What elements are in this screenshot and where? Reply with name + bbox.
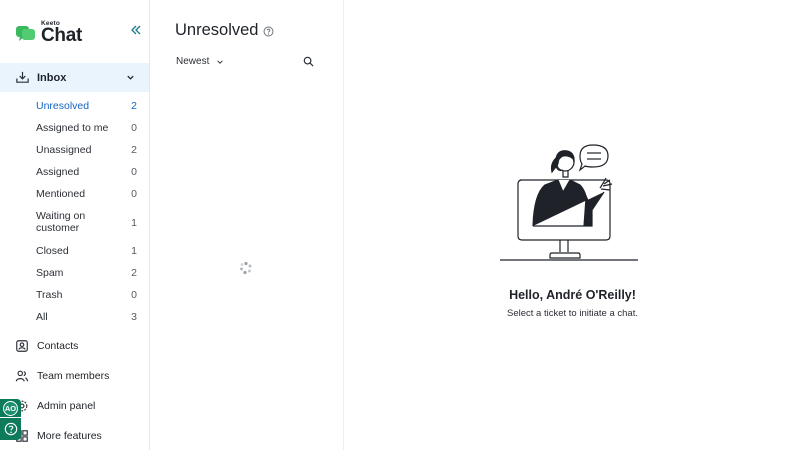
sidebar-item-admin-panel[interactable]: Admin panel <box>15 397 145 415</box>
sidebar-item-label: More features <box>37 430 102 442</box>
sidebar-item-label: Admin panel <box>37 400 96 412</box>
chat-main-area: Hello, André O'Reilly! Select a ticket t… <box>345 0 800 450</box>
logo-big-text: Chat <box>41 25 83 46</box>
support-agent-illustration <box>500 144 638 261</box>
sidebar-item-label: Contacts <box>37 340 79 352</box>
avatar-initials: AO <box>3 400 18 416</box>
page-title: Unresolved <box>175 21 259 39</box>
sidebar-item-count: 0 <box>131 166 137 178</box>
sidebar-item-count: 2 <box>131 144 137 156</box>
search-icon[interactable] <box>303 56 314 67</box>
team-icon <box>15 370 29 382</box>
sidebar-item-label: Team members <box>37 370 110 382</box>
collapse-sidebar-icon[interactable] <box>128 22 144 38</box>
help-circle-icon[interactable] <box>263 26 274 37</box>
sidebar-item-count: 1 <box>131 245 137 257</box>
sidebar-item-label: Assigned <box>36 166 80 178</box>
app-logo[interactable]: Keeto Chat <box>16 20 82 45</box>
loading-spinner-icon <box>240 261 252 275</box>
empty-state-subtext: Select a ticket to initiate a chat. <box>507 308 638 319</box>
sidebar: Keeto Chat Inbox Unresolved 2 Assigned t… <box>0 0 150 450</box>
sidebar-item-count: 3 <box>131 311 137 323</box>
sidebar-item-label: Closed <box>36 245 69 257</box>
chat-logo-icon <box>16 23 36 43</box>
sidebar-item-team-members[interactable]: Team members <box>15 367 145 385</box>
sidebar-item-label: Waiting on customer <box>36 210 86 234</box>
sidebar-item-waiting-on-customer[interactable]: Waiting on customer 1 <box>36 210 137 236</box>
sidebar-item-count: 0 <box>131 188 137 200</box>
chevron-down-icon[interactable] <box>125 72 136 83</box>
sidebar-item-inbox[interactable]: Inbox <box>0 63 149 92</box>
sidebar-item-count: 0 <box>131 122 137 134</box>
sort-dropdown[interactable]: Newest <box>176 56 224 67</box>
sidebar-item-label: Unassigned <box>36 144 92 156</box>
ticket-list-panel: Unresolved Newest <box>151 0 344 450</box>
sidebar-item-label: Trash <box>36 289 63 301</box>
chevron-down-icon <box>217 59 224 64</box>
sidebar-item-count: 0 <box>131 289 137 301</box>
inbox-label: Inbox <box>37 71 67 84</box>
sidebar-item-count: 1 <box>131 217 137 229</box>
sidebar-item-label: Unresolved <box>36 100 90 112</box>
sidebar-item-label: Spam <box>36 267 64 279</box>
help-button[interactable] <box>0 418 21 440</box>
sidebar-item-label: All <box>36 311 48 323</box>
contacts-icon <box>16 340 28 352</box>
sidebar-item-contacts[interactable]: Contacts <box>15 337 145 355</box>
sort-label: Newest <box>176 56 210 67</box>
sidebar-item-count: 2 <box>131 267 137 279</box>
greeting-heading: Hello, André O'Reilly! <box>509 288 636 302</box>
help-icon <box>4 422 17 436</box>
inbox-icon <box>16 71 29 83</box>
sidebar-item-more-features[interactable]: More features <box>15 427 145 445</box>
avatar[interactable]: AO <box>0 399 21 417</box>
sidebar-item-count: 2 <box>131 100 137 112</box>
sidebar-item-label: Assigned to me <box>36 122 109 134</box>
sidebar-item-label: Mentioned <box>36 188 86 200</box>
